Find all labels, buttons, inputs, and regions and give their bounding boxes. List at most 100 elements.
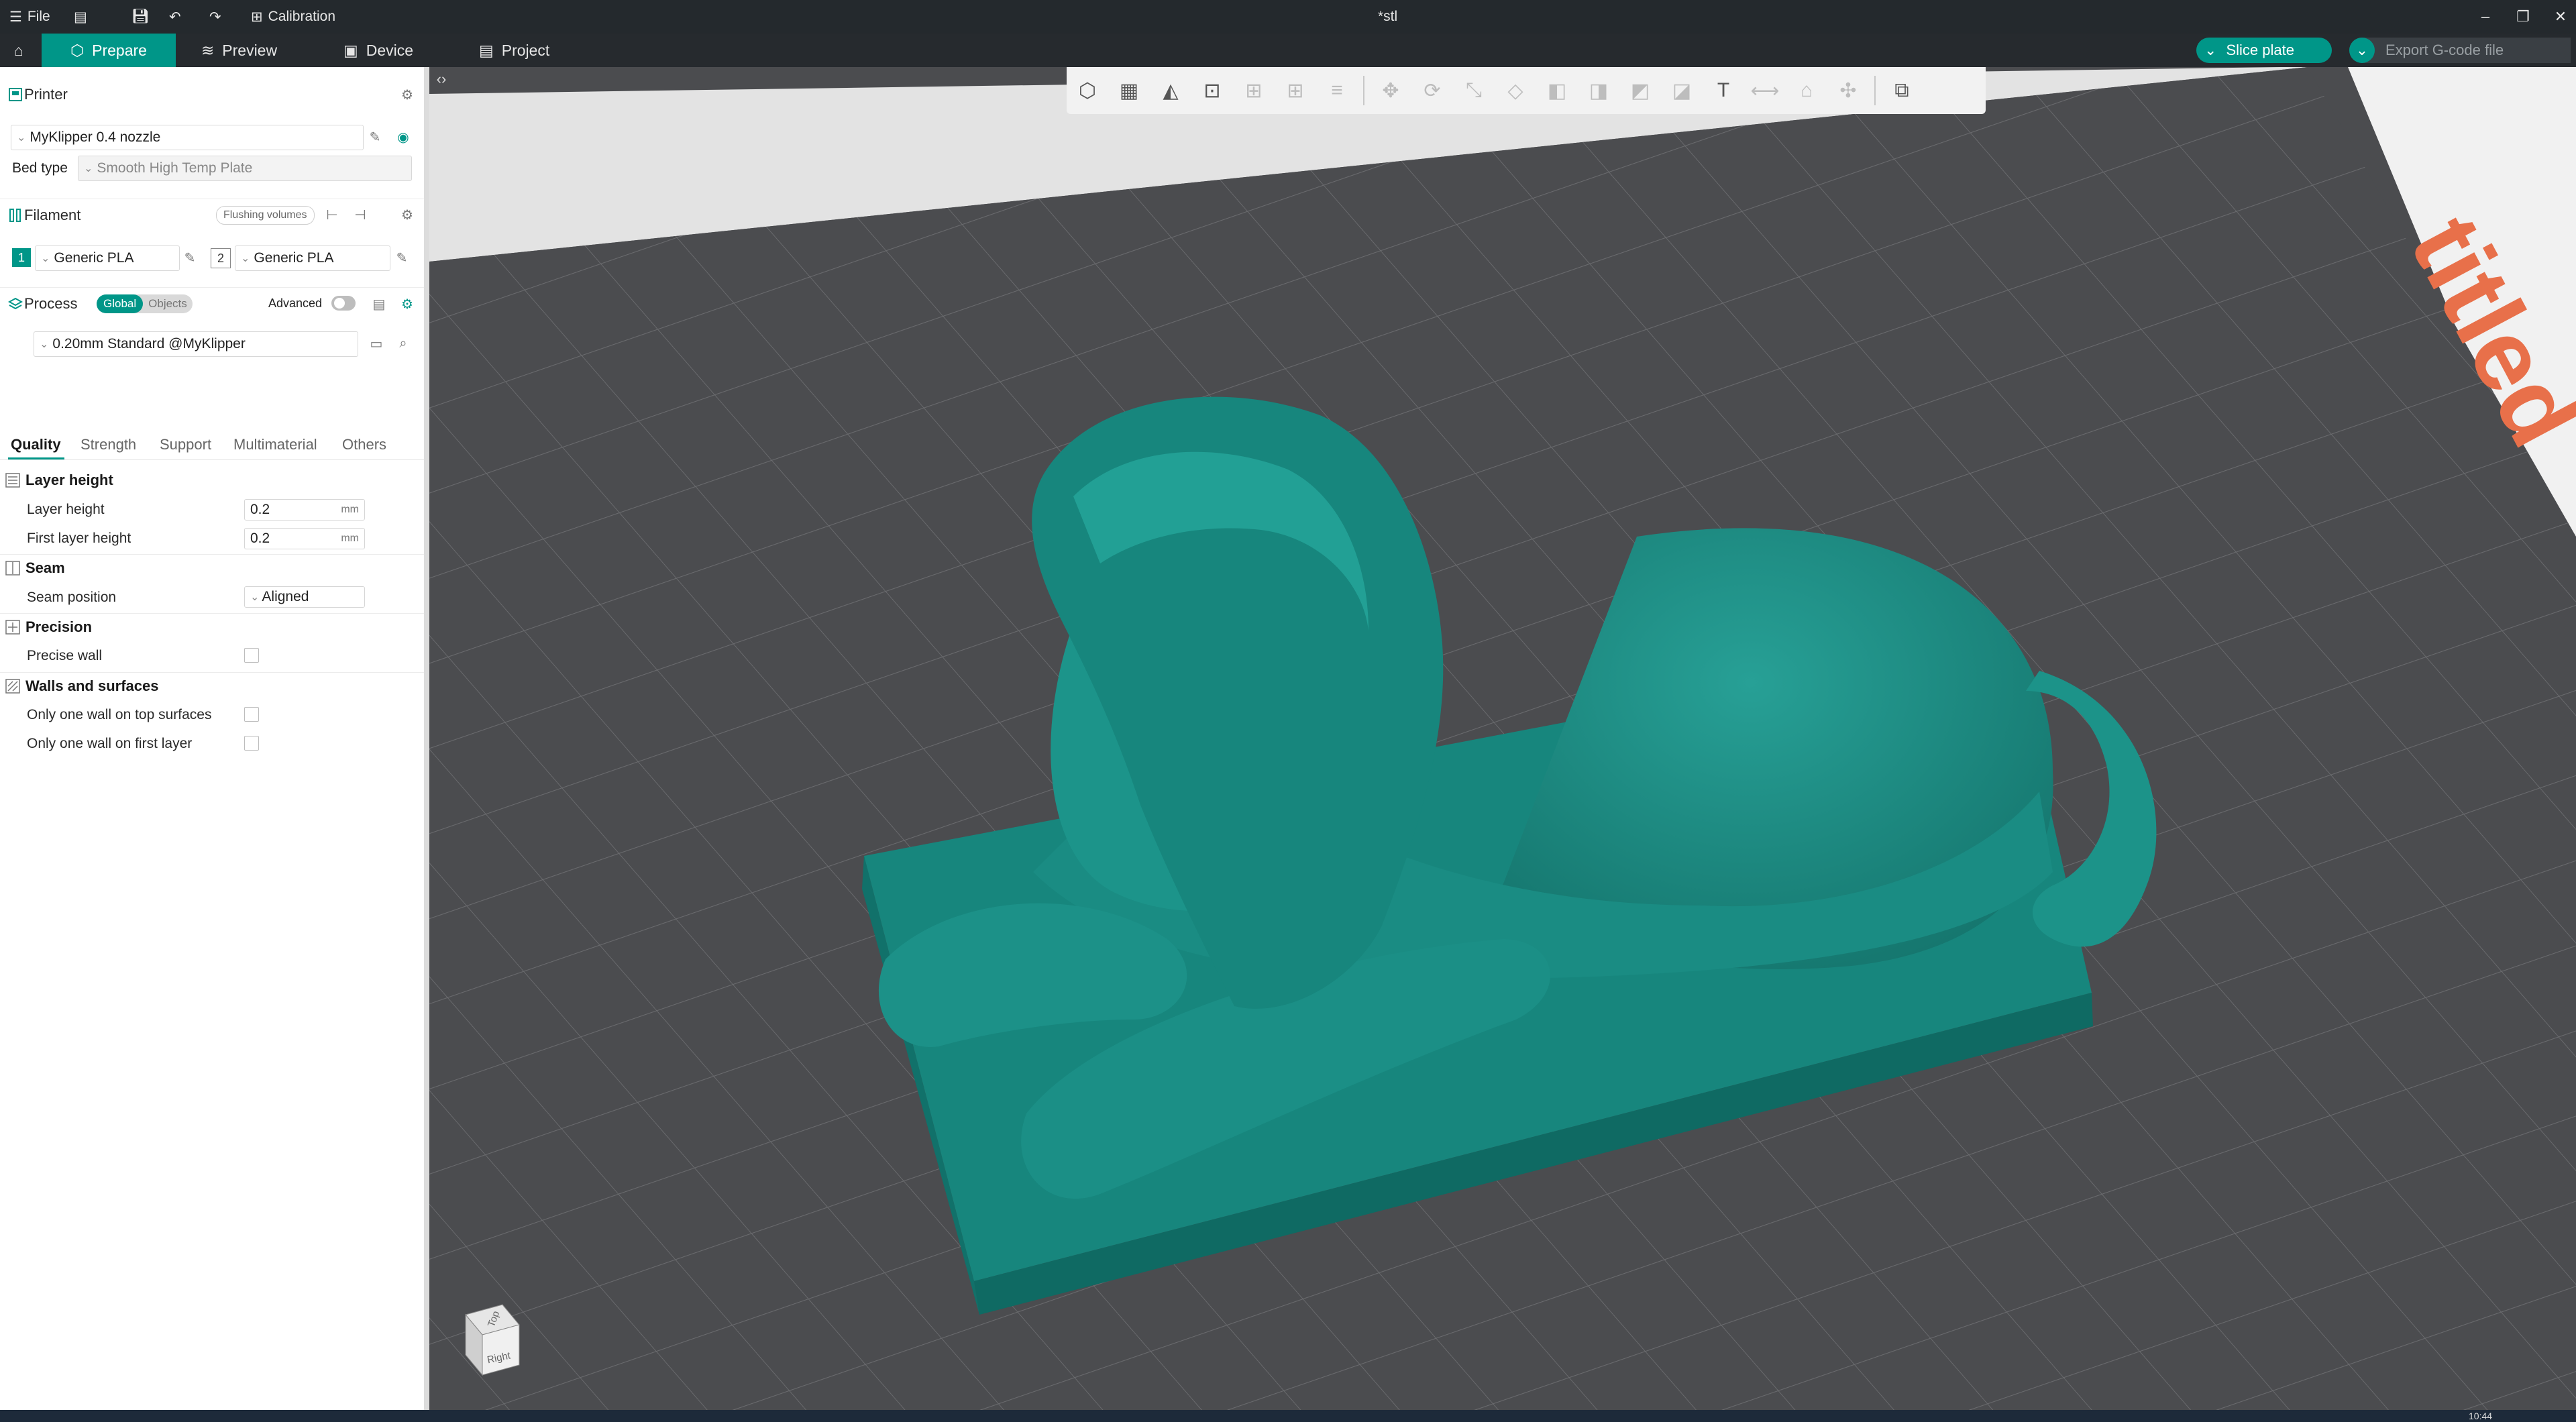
tab-prepare-label: Prepare bbox=[92, 41, 147, 59]
settings-sliders-icon[interactable]: ⚙ bbox=[398, 295, 416, 313]
tab-device[interactable]: ▣ Device bbox=[343, 34, 413, 67]
process-preset-value: 0.20mm Standard @MyKlipper bbox=[52, 336, 246, 351]
filament-slot-2-select[interactable]: ⌄ Generic PLA bbox=[235, 245, 390, 271]
add-object-icon[interactable]: ⬡ bbox=[1070, 73, 1105, 108]
undo-icon[interactable]: ↶ bbox=[169, 0, 181, 34]
toolbar-separator bbox=[1363, 76, 1364, 105]
file-menu[interactable]: ☰ File bbox=[9, 0, 50, 34]
first-layer-height-input[interactable]: 0.2 mm bbox=[244, 528, 365, 549]
save-icon[interactable]: 💾︎ bbox=[131, 0, 150, 34]
edit-icon[interactable]: ✎ bbox=[181, 249, 199, 266]
bed-type-select[interactable]: ⌄ Smooth High Temp Plate bbox=[78, 156, 412, 181]
subtab-strength[interactable]: Strength bbox=[80, 436, 136, 453]
remove-filament-icon[interactable]: ⊣ bbox=[352, 206, 369, 223]
toggle-objects[interactable]: Objects bbox=[143, 294, 193, 313]
taskbar-clock: 10:44 bbox=[2469, 1411, 2493, 1421]
add-plate-icon[interactable]: ▦ bbox=[1112, 73, 1146, 108]
close-button[interactable]: ✕ bbox=[2537, 0, 2576, 34]
arrange-icon[interactable]: ⊡ bbox=[1195, 73, 1230, 108]
advanced-toggle[interactable] bbox=[331, 296, 356, 311]
home-icon[interactable]: ⌂ bbox=[0, 34, 38, 67]
filament-section-title: Filament bbox=[24, 207, 81, 223]
device-icon: ▣ bbox=[343, 41, 358, 59]
subtab-others[interactable]: Others bbox=[342, 436, 386, 453]
file-icon: ☰ bbox=[9, 9, 22, 25]
lay-on-face-icon[interactable]: ◇ bbox=[1498, 73, 1533, 108]
settings-sliders-icon[interactable]: ⚙ bbox=[398, 86, 416, 103]
first-layer-height-label: First layer height bbox=[27, 531, 131, 546]
subtab-quality[interactable]: Quality bbox=[11, 436, 61, 453]
tab-project[interactable]: ▤ Project bbox=[479, 34, 549, 67]
color-paint-icon[interactable]: ◪ bbox=[1664, 73, 1699, 108]
text-icon[interactable]: T bbox=[1706, 73, 1741, 108]
3d-viewport[interactable]: titled Top Right bbox=[429, 67, 2576, 1410]
edit-icon[interactable]: ✎ bbox=[366, 128, 384, 146]
slice-plate-label: Slice plate bbox=[2226, 42, 2294, 58]
title-bar: ☰ File ▤ 💾︎ ↶ ↷ ⊞ Calibration *stl – ❐ ✕ bbox=[0, 0, 2576, 34]
seam-position-select[interactable]: ⌄ Aligned bbox=[244, 586, 365, 608]
edit-icon[interactable]: ✎ bbox=[393, 249, 411, 266]
seam-position-label: Seam position bbox=[27, 590, 117, 605]
layer-height-label: Layer height bbox=[27, 502, 105, 517]
window-title: *stl bbox=[1378, 9, 1398, 24]
printer-section-header: Printer bbox=[0, 78, 424, 111]
assembly-view-icon[interactable]: ⧉ bbox=[1884, 73, 1919, 108]
toggle-global[interactable]: Global bbox=[97, 294, 144, 313]
redo-icon[interactable]: ↷ bbox=[209, 0, 221, 34]
precise-wall-label: Precise wall bbox=[27, 648, 103, 663]
settings-sliders-icon[interactable]: ⚙ bbox=[398, 206, 416, 223]
one-wall-top-checkbox[interactable] bbox=[244, 707, 259, 722]
flushing-volumes-button[interactable]: Flushing volumes bbox=[216, 206, 315, 225]
group-seam-title: Seam bbox=[25, 559, 65, 576]
collapse-sidebar-icon[interactable]: ‹› bbox=[432, 70, 451, 89]
move-icon[interactable]: ✥ bbox=[1373, 73, 1408, 108]
group-walls-surfaces: Walls and surfaces bbox=[0, 672, 424, 700]
tab-prepare[interactable]: ⬡ Prepare bbox=[42, 34, 176, 67]
menu-list-icon[interactable]: ▤ bbox=[74, 0, 87, 34]
measure-icon[interactable]: ⟷ bbox=[1748, 73, 1782, 108]
cube-icon: ⬡ bbox=[70, 41, 85, 59]
cut-icon[interactable]: ◧ bbox=[1540, 73, 1574, 108]
subtab-divider bbox=[0, 459, 424, 460]
brim-ears-icon[interactable]: ✣ bbox=[1831, 73, 1866, 108]
layers-icon[interactable]: ≡ bbox=[1320, 73, 1354, 108]
precise-wall-checkbox[interactable] bbox=[244, 648, 259, 663]
chevron-down-icon: ⌄ bbox=[40, 339, 49, 350]
calibration-label: Calibration bbox=[268, 9, 335, 24]
group-layer-height-title: Layer height bbox=[25, 472, 113, 488]
compare-icon[interactable]: ▤ bbox=[370, 295, 388, 313]
printer-select[interactable]: ⌄ MyKlipper 0.4 nozzle bbox=[11, 125, 364, 150]
support-paint-icon[interactable]: ◨ bbox=[1581, 73, 1616, 108]
scale-icon[interactable]: ⤡ bbox=[1456, 73, 1491, 108]
subtab-multimaterial[interactable]: Multimaterial bbox=[233, 436, 317, 453]
assembly-icon[interactable]: ⌂ bbox=[1789, 73, 1824, 108]
one-wall-first-checkbox[interactable] bbox=[244, 736, 259, 751]
seam-paint-icon[interactable]: ◩ bbox=[1623, 73, 1658, 108]
calibration-icon: ⊞ bbox=[251, 9, 263, 25]
wifi-icon[interactable]: ◉ bbox=[394, 128, 412, 146]
auto-orient-icon[interactable]: ◭ bbox=[1153, 73, 1188, 108]
subtab-support[interactable]: Support bbox=[160, 436, 211, 453]
process-preset-select[interactable]: ⌄ 0.20mm Standard @MyKlipper bbox=[34, 331, 358, 357]
rotate-icon[interactable]: ⟳ bbox=[1415, 73, 1450, 108]
view-cube[interactable]: Top Right bbox=[452, 1295, 526, 1388]
tab-preview[interactable]: ≋ Preview bbox=[201, 34, 277, 67]
filament-slot-1-select[interactable]: ⌄ Generic PLA bbox=[35, 245, 180, 271]
calibration-menu[interactable]: ⊞ Calibration bbox=[251, 0, 335, 34]
save-icon[interactable]: ▭ bbox=[368, 335, 385, 352]
slice-plate-button[interactable]: ⌄ Slice plate bbox=[2196, 38, 2332, 63]
search-icon[interactable]: ⌕ bbox=[394, 335, 412, 352]
tab-preview-label: Preview bbox=[222, 41, 278, 59]
split-parts-icon[interactable]: ⊞ bbox=[1278, 73, 1313, 108]
one-wall-top-label: Only one wall on top surfaces bbox=[27, 707, 212, 722]
main-tab-bar: ⌂ ⬡ Prepare ≋ Preview ▣ Device ▤ Project… bbox=[0, 34, 2576, 67]
export-gcode-label: Export G-code file bbox=[2385, 42, 2504, 58]
split-objects-icon[interactable]: ⊞ bbox=[1236, 73, 1271, 108]
project-icon: ▤ bbox=[479, 41, 494, 59]
layer-height-input[interactable]: 0.2 mm bbox=[244, 499, 365, 521]
global-objects-toggle[interactable]: Global Objects bbox=[97, 294, 193, 313]
export-gcode-button[interactable]: ⌄ Export G-code file bbox=[2349, 38, 2571, 63]
group-precision-title: Precision bbox=[25, 618, 93, 635]
tab-project-label: Project bbox=[501, 41, 550, 59]
add-filament-icon[interactable]: ⊢ bbox=[323, 206, 341, 223]
